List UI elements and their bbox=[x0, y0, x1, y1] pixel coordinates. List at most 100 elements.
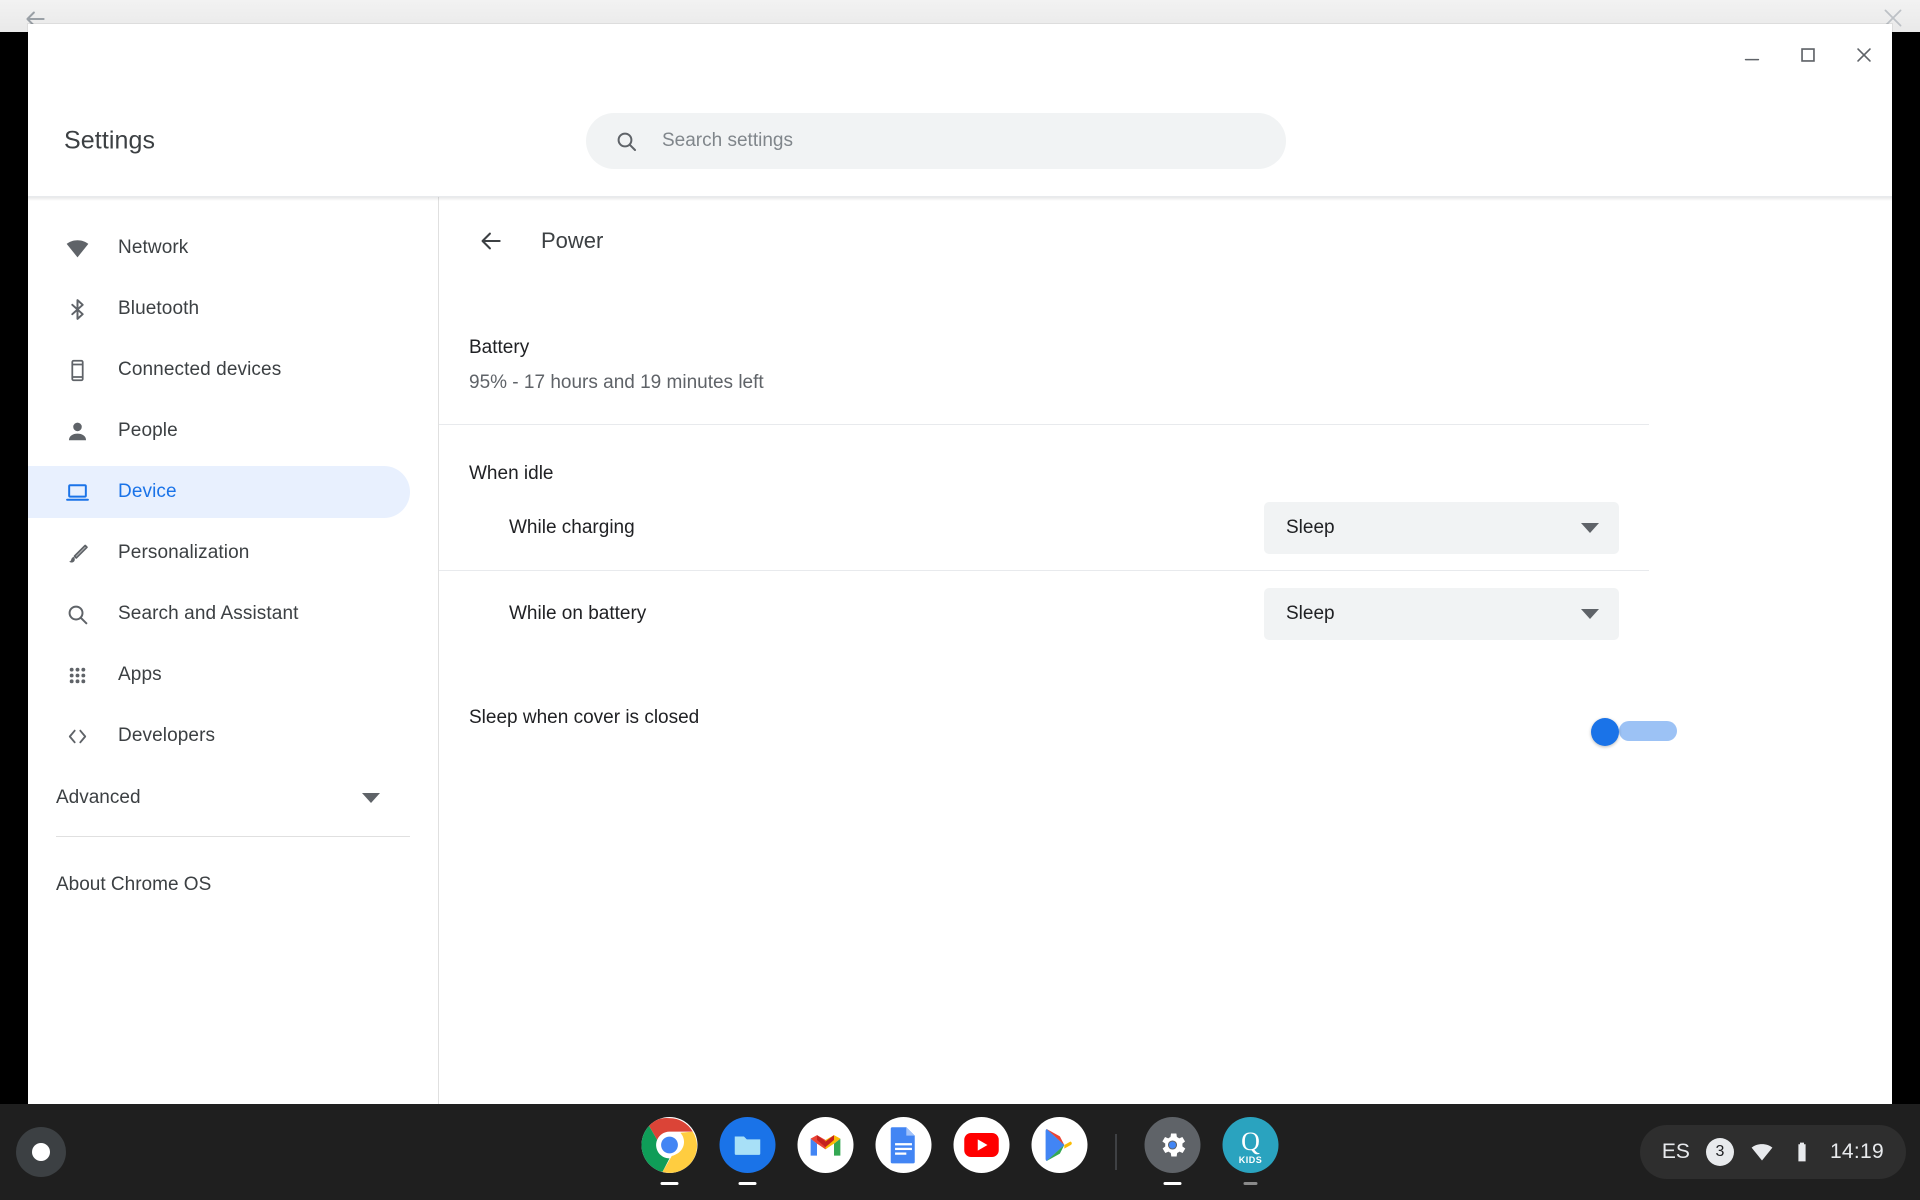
clock[interactable]: 14:19 bbox=[1830, 1140, 1884, 1164]
sidebar-item-label: Device bbox=[118, 481, 177, 502]
sidebar-item-device[interactable]: Device bbox=[28, 466, 410, 518]
notification-badge[interactable]: 3 bbox=[1705, 1138, 1734, 1166]
youtube-icon[interactable] bbox=[953, 1117, 1010, 1173]
search-bar[interactable] bbox=[586, 113, 1286, 169]
battery-section: Battery 95% - 17 hours and 19 minutes le… bbox=[439, 285, 1649, 424]
shelf-item-play-store[interactable] bbox=[1031, 1117, 1088, 1187]
person-icon bbox=[64, 418, 90, 444]
sleep-when-cover-closed-row: Sleep when cover is closed bbox=[439, 675, 1677, 761]
settings-window: Settings Search settings Network Bluetoo… bbox=[28, 24, 1892, 1104]
q-kids-icon[interactable]: Q KIDS bbox=[1222, 1117, 1279, 1173]
chrome-icon[interactable] bbox=[641, 1117, 698, 1173]
play-store-icon[interactable] bbox=[1031, 1117, 1088, 1173]
laptop-icon bbox=[64, 479, 90, 505]
sidebar-item-label: Network bbox=[118, 237, 189, 258]
toggle-knob bbox=[1591, 718, 1619, 746]
main-panel: Power Battery 95% - 17 hours and 19 minu… bbox=[438, 197, 1892, 1104]
while-charging-control: Sleep bbox=[1264, 502, 1619, 554]
shelf-item-q-kids[interactable]: Q KIDS bbox=[1222, 1117, 1279, 1187]
sidebar: Network Bluetooth Connected devices Peop… bbox=[28, 197, 438, 1104]
while-charging-row: While charging Sleep bbox=[439, 485, 1649, 571]
bluetooth-icon bbox=[64, 296, 90, 322]
code-brackets-icon bbox=[64, 723, 90, 749]
close-button[interactable] bbox=[1836, 24, 1892, 86]
shelf-item-gmail[interactable] bbox=[797, 1117, 854, 1187]
brush-icon bbox=[64, 540, 90, 566]
wifi-icon bbox=[64, 235, 90, 261]
settings-gear-icon[interactable] bbox=[1144, 1117, 1201, 1173]
running-indicator bbox=[660, 1182, 679, 1185]
sidebar-item-bluetooth[interactable]: Bluetooth bbox=[28, 283, 410, 335]
while-charging-value: Sleep bbox=[1286, 517, 1335, 538]
sidebar-item-personalization[interactable]: Personalization bbox=[28, 527, 410, 579]
shelf-separator bbox=[1115, 1134, 1117, 1170]
toggle-track bbox=[1619, 721, 1677, 741]
q-kids-label: KIDS bbox=[1238, 1155, 1263, 1165]
battery-icon[interactable] bbox=[1790, 1140, 1814, 1164]
running-indicator bbox=[1243, 1182, 1258, 1185]
docs-icon[interactable] bbox=[875, 1117, 932, 1173]
launcher-dot-icon bbox=[32, 1143, 50, 1161]
wifi-icon[interactable] bbox=[1750, 1140, 1774, 1164]
shelf-item-docs[interactable] bbox=[875, 1117, 932, 1187]
sidebar-item-apps[interactable]: Apps bbox=[28, 649, 410, 701]
power-page-header: Power bbox=[439, 197, 1649, 285]
running-indicator bbox=[738, 1182, 757, 1185]
phone-icon bbox=[64, 357, 90, 383]
minimize-button[interactable] bbox=[1724, 24, 1780, 86]
search-input[interactable] bbox=[662, 130, 1286, 152]
shelf-item-settings[interactable] bbox=[1144, 1117, 1201, 1187]
gmail-icon[interactable] bbox=[797, 1117, 854, 1173]
sidebar-item-label: People bbox=[118, 420, 178, 441]
sidebar-item-people[interactable]: People bbox=[28, 405, 410, 457]
window-controls bbox=[1724, 24, 1892, 86]
sidebar-item-connected-devices[interactable]: Connected devices bbox=[28, 344, 410, 396]
system-tray[interactable]: ES 3 14:19 bbox=[1639, 1125, 1906, 1179]
back-button[interactable] bbox=[469, 219, 513, 263]
sidebar-item-search-and-assistant[interactable]: Search and Assistant bbox=[28, 588, 410, 640]
shelf: Q KIDS ES 3 14:19 bbox=[0, 1104, 1920, 1200]
files-icon[interactable] bbox=[719, 1117, 776, 1173]
sidebar-item-network[interactable]: Network bbox=[28, 222, 410, 274]
chevron-down-icon bbox=[1581, 609, 1599, 619]
sidebar-divider bbox=[56, 836, 410, 837]
shelf-app-list: Q KIDS bbox=[641, 1117, 1279, 1187]
shelf-item-files[interactable] bbox=[719, 1117, 776, 1187]
chevron-down-icon bbox=[1581, 523, 1599, 533]
battery-label: Battery bbox=[469, 337, 530, 358]
screen: Settings Search settings Network Bluetoo… bbox=[0, 0, 1920, 1200]
shelf-item-youtube[interactable] bbox=[953, 1117, 1010, 1187]
while-on-battery-label: While on battery bbox=[509, 603, 647, 624]
running-indicator bbox=[1163, 1182, 1182, 1185]
sidebar-item-about-chrome-os[interactable]: About Chrome OS bbox=[28, 859, 438, 911]
search-icon bbox=[614, 129, 638, 153]
advanced-label: Advanced bbox=[56, 787, 141, 808]
battery-status: 95% - 17 hours and 19 minutes left bbox=[469, 372, 764, 393]
locale-indicator[interactable]: ES bbox=[1662, 1140, 1690, 1164]
window-titlebar[interactable] bbox=[28, 24, 1892, 86]
q-kids-letter: Q bbox=[1241, 1127, 1260, 1156]
while-on-battery-select[interactable]: Sleep bbox=[1264, 588, 1619, 640]
search-icon bbox=[64, 601, 90, 627]
chevron-down-icon bbox=[362, 793, 380, 803]
settings-header: Settings bbox=[28, 86, 1892, 196]
when-idle-label: When idle bbox=[469, 463, 554, 484]
maximize-button[interactable] bbox=[1780, 24, 1836, 86]
settings-content: Network Bluetooth Connected devices Peop… bbox=[28, 196, 1892, 1104]
about-label: About Chrome OS bbox=[56, 874, 212, 895]
sidebar-item-developers[interactable]: Developers bbox=[28, 710, 410, 762]
main-inner: Power Battery 95% - 17 hours and 19 minu… bbox=[439, 197, 1677, 761]
sidebar-item-label: Personalization bbox=[118, 542, 250, 563]
sidebar-item-label: Connected devices bbox=[118, 359, 282, 380]
launcher-button[interactable] bbox=[16, 1127, 66, 1177]
page-title: Settings bbox=[64, 126, 156, 155]
while-on-battery-control: Sleep bbox=[1264, 588, 1619, 640]
shelf-item-chrome[interactable] bbox=[641, 1117, 698, 1187]
while-on-battery-value: Sleep bbox=[1286, 603, 1335, 624]
while-charging-select[interactable]: Sleep bbox=[1264, 502, 1619, 554]
advanced-expander[interactable]: Advanced bbox=[28, 772, 410, 824]
sidebar-item-label: Bluetooth bbox=[118, 298, 200, 319]
while-on-battery-row: While on battery Sleep bbox=[439, 571, 1649, 657]
sidebar-item-label: Search and Assistant bbox=[118, 603, 299, 624]
sidebar-item-label: Apps bbox=[118, 664, 162, 685]
